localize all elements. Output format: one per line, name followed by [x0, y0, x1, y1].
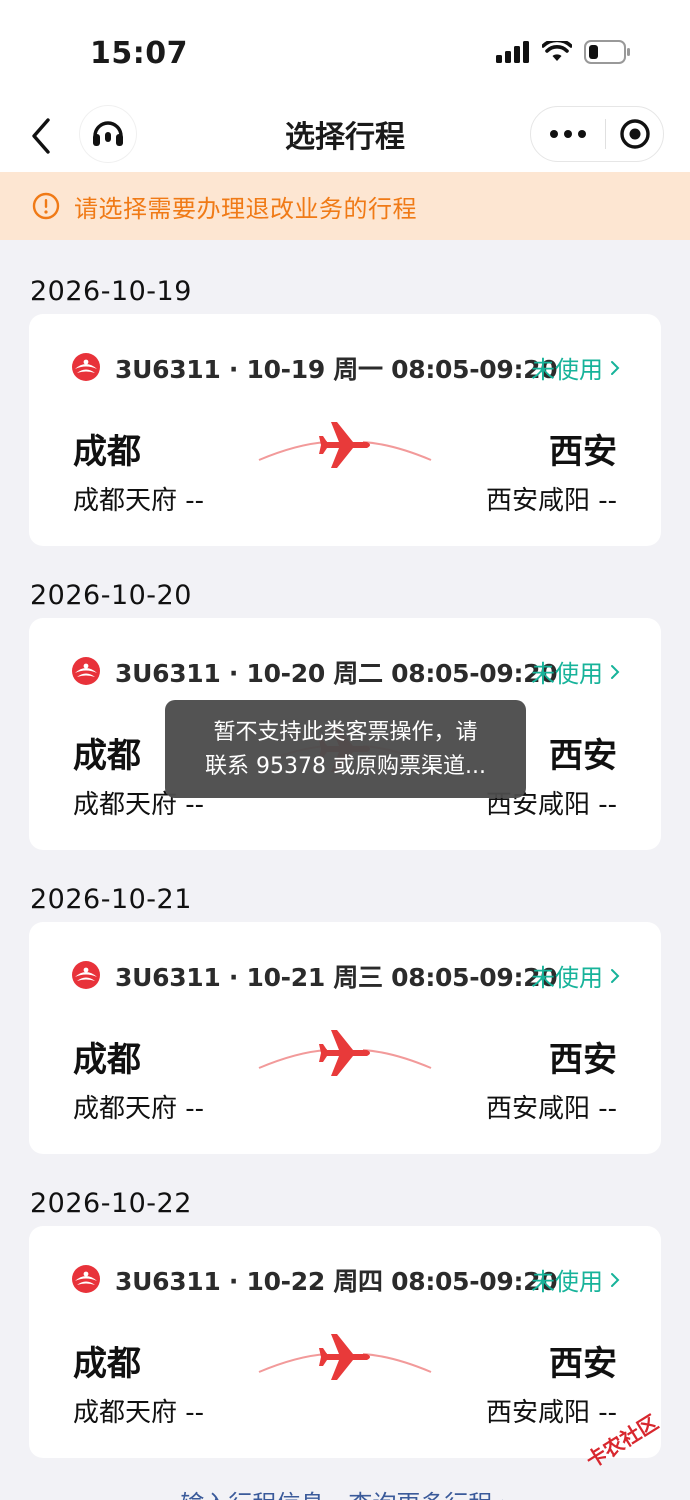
alert-circle-icon	[32, 192, 60, 220]
close-mini-program-button[interactable]	[606, 107, 663, 161]
flight-info: 3U6311 · 10-19 周一 08:05-09:20	[115, 355, 558, 384]
trip-status-link[interactable]: 未使用	[531, 654, 621, 689]
arrival-airport: 西安咸阳 --	[485, 1094, 617, 1124]
wifi-icon	[542, 41, 572, 61]
status-time: 15:07	[90, 36, 188, 71]
departure-city: 成都	[73, 736, 141, 776]
trip-status: 未使用	[531, 964, 603, 992]
departure-city: 成都	[73, 1344, 141, 1384]
departure-airport: 成都天府 --	[73, 1094, 205, 1124]
notice-banner: 请选择需要办理退改业务的行程	[0, 172, 690, 240]
trip-status: 未使用	[531, 1268, 603, 1296]
trip-card[interactable]: 3U6311 · 10-19 周一 08:05-09:20 未使用 成都 西安 …	[29, 314, 661, 546]
query-more-trips-link[interactable]: 输入行程信息，查询更多行程 ›	[0, 1484, 690, 1500]
chevron-right-icon	[611, 664, 620, 679]
toast-message: 暂不支持此类客票操作，请 联系 95378 或原购票渠道...	[165, 700, 526, 798]
more-button[interactable]	[531, 107, 605, 161]
airline-logo-icon	[72, 961, 100, 989]
airline-logo-icon	[72, 657, 100, 685]
trip-card[interactable]: 3U6311 · 10-22 周四 08:05-09:20 未使用 成都 西安 …	[29, 1226, 661, 1458]
arrival-city: 西安	[549, 1040, 617, 1080]
trip-status: 未使用	[531, 356, 603, 384]
trip-card[interactable]: 3U6311 · 10-21 周三 08:05-09:20 未使用 成都 西安 …	[29, 922, 661, 1154]
trip-status-link[interactable]: 未使用	[531, 1262, 621, 1297]
arrival-airport: 西安咸阳 --	[485, 1398, 617, 1428]
departure-airport: 成都天府 --	[73, 1398, 205, 1428]
more-dots-icon	[550, 130, 558, 138]
flight-info: 3U6311 · 10-21 周三 08:05-09:20	[115, 963, 558, 992]
flight-info: 3U6311 · 10-22 周四 08:05-09:20	[115, 1267, 558, 1296]
trip-status-link[interactable]: 未使用	[531, 958, 621, 993]
plane-icon	[258, 1334, 432, 1380]
record-target-icon	[619, 119, 650, 149]
airline-logo-icon	[72, 1265, 100, 1293]
chevron-right-icon	[611, 360, 620, 375]
status-bar: 15:07	[0, 0, 690, 100]
chevron-right-icon	[611, 1272, 620, 1287]
trip-status: 未使用	[531, 660, 603, 688]
trip-date: 2026-10-21	[30, 884, 192, 915]
arrival-city: 西安	[549, 736, 617, 776]
battery-icon	[584, 40, 630, 64]
plane-icon	[258, 422, 432, 468]
flight-info: 3U6311 · 10-20 周二 08:05-09:20	[115, 659, 558, 688]
arrival-city: 西安	[549, 1344, 617, 1384]
chevron-right-icon	[611, 968, 620, 983]
departure-airport: 成都天府 --	[73, 486, 205, 516]
arrival-city: 西安	[549, 432, 617, 472]
arrival-airport: 西安咸阳 --	[485, 486, 617, 516]
trip-date: 2026-10-19	[30, 276, 192, 307]
departure-city: 成都	[73, 432, 141, 472]
trip-status-link[interactable]: 未使用	[531, 350, 621, 385]
mini-program-capsule	[530, 106, 664, 162]
cellular-signal-icon	[496, 41, 529, 63]
trip-date: 2026-10-20	[30, 580, 192, 611]
toast-line-2: 联系 95378 或原购票渠道...	[205, 754, 486, 779]
trip-date: 2026-10-22	[30, 1188, 192, 1219]
departure-city: 成都	[73, 1040, 141, 1080]
toast-line-1: 暂不支持此类客票操作，请	[213, 720, 478, 745]
notice-text: 请选择需要办理退改业务的行程	[74, 194, 417, 223]
airline-logo-icon	[72, 353, 100, 381]
status-icons	[496, 40, 632, 64]
plane-icon	[258, 1030, 432, 1076]
